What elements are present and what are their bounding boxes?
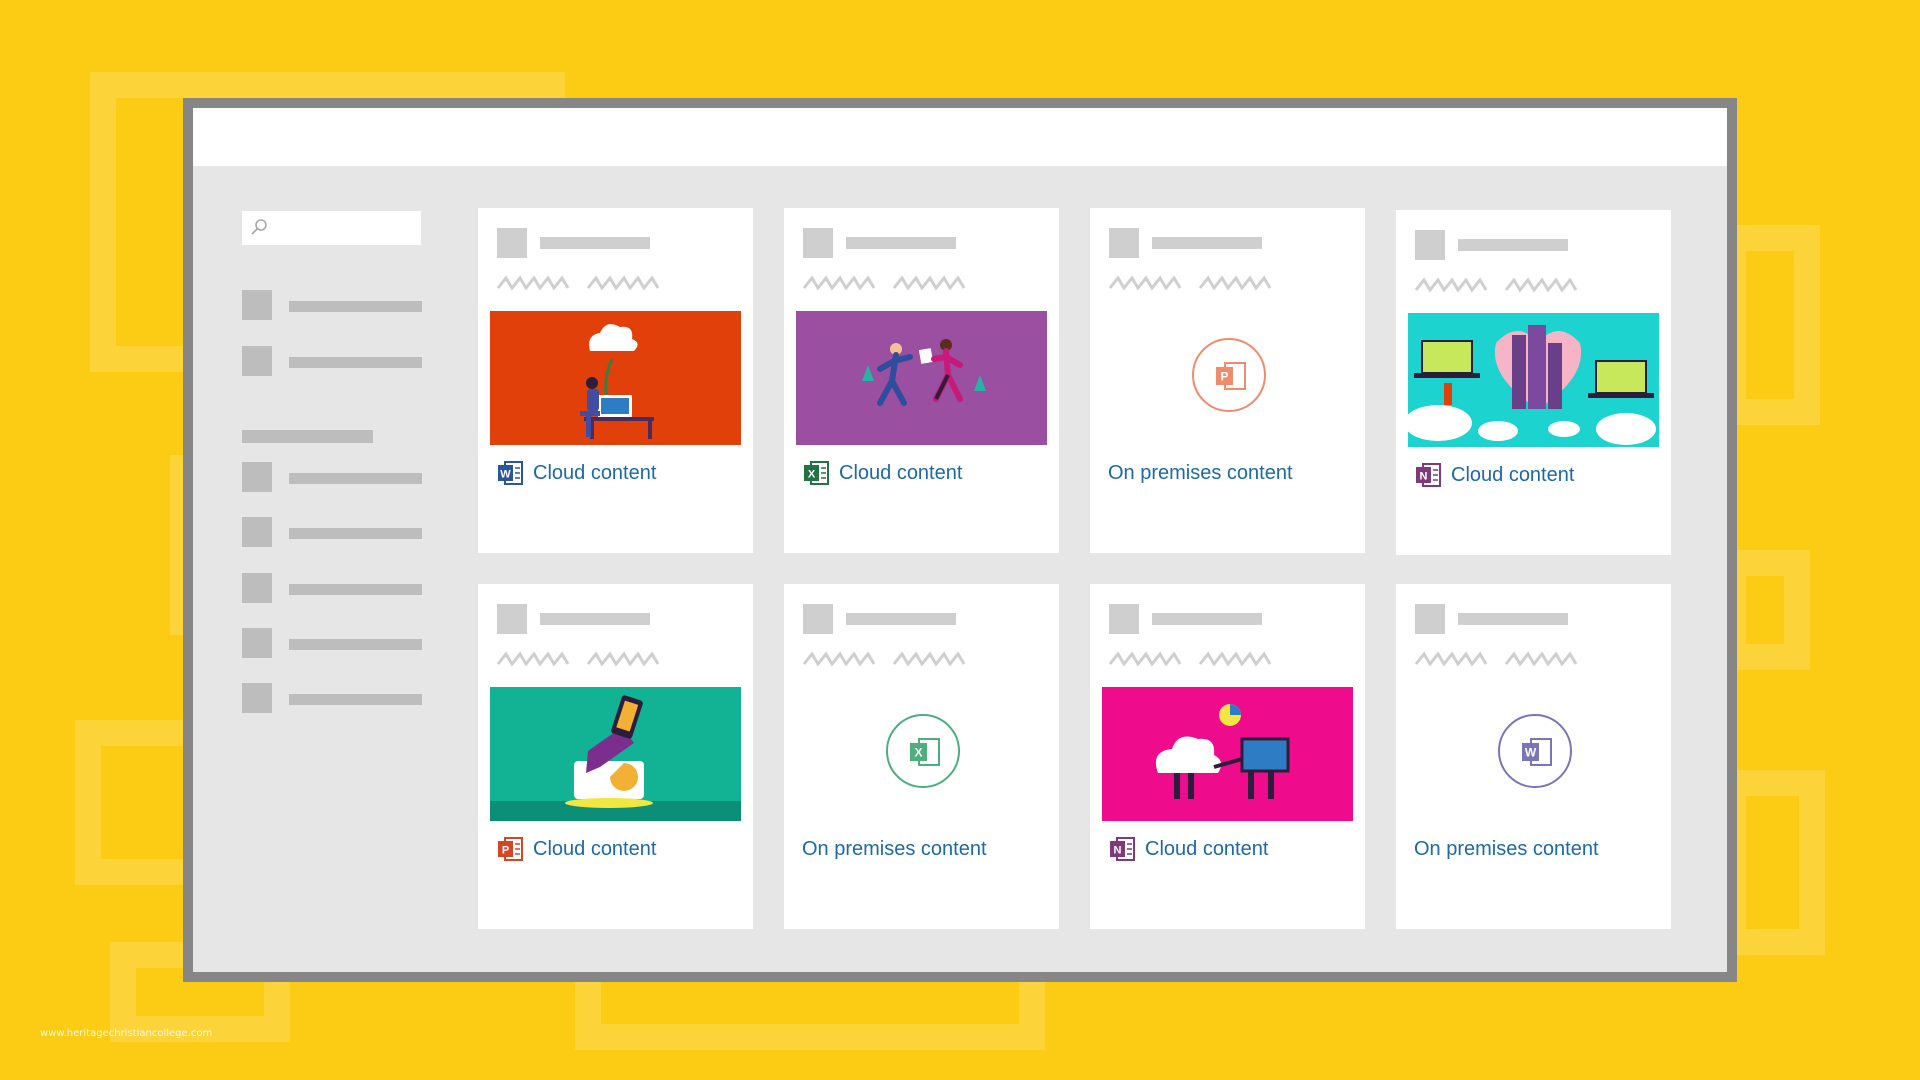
card-avatar-placeholder	[497, 228, 527, 258]
card-subtitle-squiggle	[802, 651, 966, 667]
content-card[interactable]: N Cloud content	[1090, 584, 1365, 929]
card-title-placeholder	[540, 237, 650, 249]
card-title-placeholder	[846, 613, 956, 625]
search-icon	[251, 219, 267, 235]
sidebar-item-icon	[242, 517, 272, 547]
sidebar-item-icon	[242, 683, 272, 713]
card-subtitle-squiggle	[1108, 275, 1272, 291]
content-area: W Cloud content X Cloud content P On pre…	[193, 166, 1727, 972]
card-label[interactable]: Cloud content	[533, 462, 656, 485]
thumbnail-teal-city-heart[interactable]	[1408, 313, 1659, 447]
content-card[interactable]: W Cloud content	[478, 208, 753, 553]
sidebar-item-icon	[242, 346, 272, 376]
sidebar-item-label-placeholder	[289, 694, 422, 705]
card-subtitle-squiggle	[1414, 651, 1578, 667]
card-subtitle-squiggle	[1108, 651, 1272, 667]
card-title-placeholder	[1152, 613, 1262, 625]
card-avatar-placeholder	[1415, 604, 1445, 634]
card-title-placeholder	[1152, 237, 1262, 249]
content-card[interactable]: P Cloud content	[478, 584, 753, 929]
svg-text:N: N	[1420, 471, 1428, 483]
sidebar-item-label-placeholder	[289, 639, 422, 650]
card-label[interactable]: Cloud content	[1145, 838, 1268, 861]
sidebar-item-label-placeholder	[289, 473, 422, 484]
sidebar-item-label-placeholder	[289, 584, 422, 595]
sidebar-item[interactable]	[242, 290, 422, 320]
sidebar-item-icon	[242, 573, 272, 603]
sidebar-item[interactable]	[242, 573, 422, 603]
sidebar-item-icon	[242, 628, 272, 658]
content-card[interactable]: N Cloud content	[1396, 210, 1671, 555]
thumbnail-purple-runners[interactable]	[796, 311, 1047, 445]
app-window: W Cloud content X Cloud content P On pre…	[183, 98, 1737, 982]
svg-text:X: X	[914, 746, 922, 760]
content-card[interactable]: X On premises content	[784, 584, 1059, 929]
onenote-icon: N	[1110, 837, 1135, 861]
sidebar-item-icon	[242, 290, 272, 320]
sidebar-section-heading-placeholder	[242, 430, 373, 443]
svg-text:X: X	[808, 469, 816, 481]
title-bar	[193, 108, 1727, 166]
card-title-placeholder	[846, 237, 956, 249]
card-label[interactable]: On premises content	[802, 838, 987, 861]
sidebar-item-icon	[242, 462, 272, 492]
card-avatar-placeholder	[803, 604, 833, 634]
card-title-placeholder	[1458, 613, 1568, 625]
card-avatar-placeholder	[1415, 230, 1445, 260]
word-circle-icon[interactable]: W	[1498, 714, 1572, 788]
svg-text:P: P	[1220, 370, 1228, 384]
word-icon: W	[498, 461, 523, 485]
sidebar-item[interactable]	[242, 517, 422, 547]
powerpoint-circle-icon[interactable]: P	[1192, 338, 1266, 412]
content-card[interactable]: P On premises content	[1090, 208, 1365, 553]
card-subtitle-squiggle	[1414, 277, 1578, 293]
content-card[interactable]: X Cloud content	[784, 208, 1059, 553]
card-label[interactable]: Cloud content	[1451, 464, 1574, 487]
card-label[interactable]: Cloud content	[839, 462, 962, 485]
excel-icon: X	[804, 461, 829, 485]
content-card[interactable]: W On premises content	[1396, 584, 1671, 929]
card-subtitle-squiggle	[496, 651, 660, 667]
sidebar-item-label-placeholder	[289, 301, 422, 312]
card-avatar-placeholder	[1109, 228, 1139, 258]
card-label[interactable]: On premises content	[1414, 838, 1599, 861]
watermark: www.heritagechristiancollege.com	[40, 1028, 213, 1039]
sidebar-item-label-placeholder	[289, 357, 422, 368]
sidebar-item[interactable]	[242, 683, 422, 713]
search-input[interactable]	[242, 211, 421, 245]
sidebar-item-label-placeholder	[289, 528, 422, 539]
thumbnail-green-tablet-hand[interactable]	[490, 687, 741, 821]
card-subtitle-squiggle	[802, 275, 966, 291]
sidebar-item[interactable]	[242, 346, 422, 376]
card-label[interactable]: On premises content	[1108, 462, 1293, 485]
card-title-placeholder	[1458, 239, 1568, 251]
thumbnail-magenta-cloud-monitor[interactable]	[1102, 687, 1353, 821]
card-subtitle-squiggle	[496, 275, 660, 291]
card-avatar-placeholder	[803, 228, 833, 258]
card-title-placeholder	[540, 613, 650, 625]
card-label[interactable]: Cloud content	[533, 838, 656, 861]
thumbnail-orange-person-cloud[interactable]	[490, 311, 741, 445]
sidebar-item[interactable]	[242, 628, 422, 658]
powerpoint-icon: P	[498, 837, 523, 861]
card-avatar-placeholder	[1109, 604, 1139, 634]
svg-text:N: N	[1114, 845, 1122, 857]
svg-text:W: W	[1525, 746, 1537, 760]
sidebar-item[interactable]	[242, 462, 422, 492]
onenote-icon: N	[1416, 463, 1441, 487]
svg-text:W: W	[500, 469, 511, 481]
card-avatar-placeholder	[497, 604, 527, 634]
excel-circle-icon[interactable]: X	[886, 714, 960, 788]
svg-text:P: P	[502, 845, 509, 857]
